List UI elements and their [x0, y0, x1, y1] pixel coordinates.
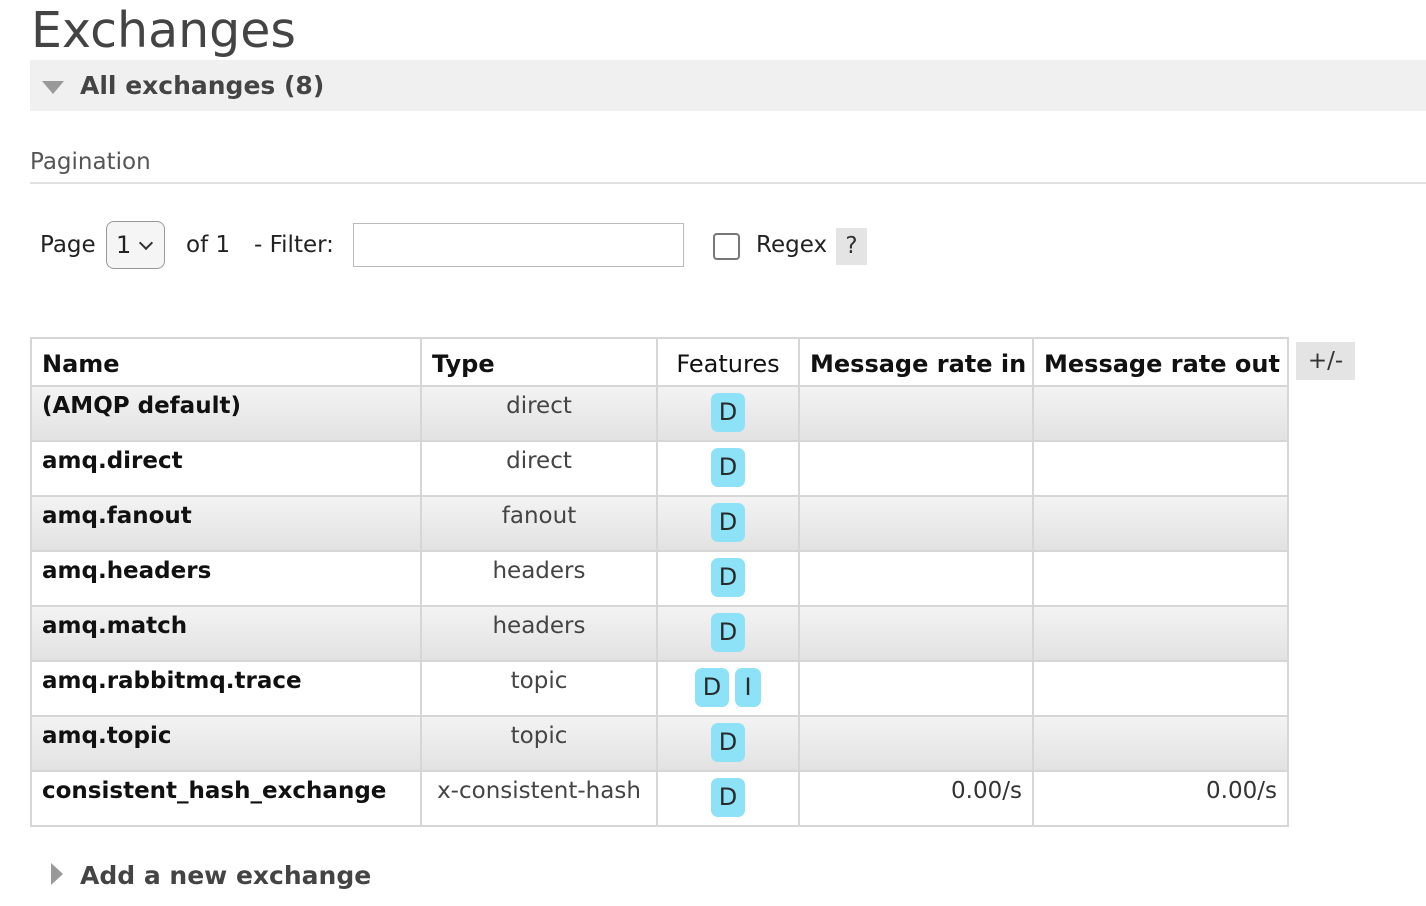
filter-label: - Filter:	[254, 232, 334, 258]
regex-checkbox[interactable]	[713, 233, 740, 260]
exchange-type: direct	[420, 385, 658, 442]
durable-feature-badge[interactable]: D	[711, 613, 745, 652]
exchange-type: x-consistent-hash	[420, 770, 658, 827]
durable-feature-badge[interactable]: D	[711, 393, 745, 432]
durable-feature-badge[interactable]: D	[711, 778, 745, 817]
message-rate-out	[1032, 715, 1289, 772]
exchange-features: D	[656, 605, 800, 662]
section-title: All exchanges (8)	[80, 71, 325, 100]
message-rate-in	[798, 660, 1034, 717]
regex-help-button[interactable]: ?	[836, 228, 867, 265]
column-header-name[interactable]: Name	[30, 337, 422, 387]
message-rate-out	[1032, 385, 1289, 442]
table-row: amq.direct direct D	[30, 440, 1289, 497]
message-rate-out	[1032, 495, 1289, 552]
exchange-name-link[interactable]: amq.fanout	[30, 495, 422, 552]
pagination-label: Pagination	[30, 149, 151, 175]
exchange-name-link[interactable]: (AMQP default)	[30, 385, 422, 442]
table-row: (AMQP default) direct D	[30, 385, 1289, 442]
table-row: amq.match headers D	[30, 605, 1289, 662]
table-row: amq.topic topic D	[30, 715, 1289, 772]
page-label: Page	[40, 232, 96, 258]
internal-feature-badge[interactable]: I	[735, 668, 761, 707]
message-rate-in	[798, 495, 1034, 552]
exchange-type: headers	[420, 605, 658, 662]
table-row: consistent_hash_exchange x-consistent-has…	[30, 770, 1289, 827]
exchange-features: D	[656, 495, 800, 552]
exchanges-table: Name Type Features Message rate in Messa…	[30, 337, 1289, 827]
exchange-name-link[interactable]: amq.rabbitmq.trace	[30, 660, 422, 717]
add-exchange-section-toggle[interactable]: Add a new exchange	[80, 861, 371, 890]
durable-feature-badge[interactable]: D	[711, 723, 745, 762]
column-header-features: Features	[656, 337, 800, 387]
exchange-type: topic	[420, 660, 658, 717]
exchange-name-link[interactable]: amq.headers	[30, 550, 422, 607]
collapse-triangle-icon	[42, 81, 64, 94]
exchange-name-link[interactable]: amq.direct	[30, 440, 422, 497]
message-rate-out: 0.00/s	[1032, 770, 1289, 827]
exchange-name-link[interactable]: consistent_hash_exchange	[30, 770, 422, 827]
message-rate-in: 0.00/s	[798, 770, 1034, 827]
table-row: amq.headers headers D	[30, 550, 1289, 607]
message-rate-out	[1032, 660, 1289, 717]
all-exchanges-section-header[interactable]: All exchanges (8)	[30, 60, 1426, 111]
column-header-rate-out[interactable]: Message rate out	[1032, 337, 1289, 387]
columns-toggle-button[interactable]: +/-	[1296, 342, 1355, 380]
message-rate-out	[1032, 550, 1289, 607]
page-count-label: of 1	[186, 232, 231, 258]
exchange-name-link[interactable]: amq.topic	[30, 715, 422, 772]
durable-feature-badge[interactable]: D	[695, 668, 729, 707]
table-row: amq.fanout fanout D	[30, 495, 1289, 552]
durable-feature-badge[interactable]: D	[711, 448, 745, 487]
filter-input[interactable]	[353, 223, 684, 267]
message-rate-out	[1032, 605, 1289, 662]
table-header-row: Name Type Features Message rate in Messa…	[30, 337, 1289, 387]
column-header-rate-in[interactable]: Message rate in	[798, 337, 1034, 387]
exchange-features: D	[656, 440, 800, 497]
exchange-features: D	[656, 715, 800, 772]
message-rate-out	[1032, 440, 1289, 497]
exchange-features: DI	[656, 660, 800, 717]
exchange-features: D	[656, 385, 800, 442]
durable-feature-badge[interactable]: D	[711, 558, 745, 597]
pagination-divider	[30, 182, 1426, 184]
regex-label: Regex	[756, 232, 828, 258]
message-rate-in	[798, 385, 1034, 442]
message-rate-in	[798, 715, 1034, 772]
table-row: amq.rabbitmq.trace topic D I	[30, 660, 1289, 717]
exchange-features: D	[656, 550, 800, 607]
page-select[interactable]: 1	[106, 221, 165, 269]
message-rate-in	[798, 440, 1034, 497]
exchange-features: D	[656, 770, 800, 827]
exchange-name-link[interactable]: amq.match	[30, 605, 422, 662]
chevron-down-icon	[138, 235, 154, 251]
message-rate-in	[798, 550, 1034, 607]
exchange-type: topic	[420, 715, 658, 772]
exchange-type: headers	[420, 550, 658, 607]
page-select-value: 1	[116, 231, 132, 259]
message-rate-in	[798, 605, 1034, 662]
exchange-type: direct	[420, 440, 658, 497]
exchange-type: fanout	[420, 495, 658, 552]
column-header-type[interactable]: Type	[420, 337, 658, 387]
durable-feature-badge[interactable]: D	[711, 503, 745, 542]
page-title: Exchanges	[31, 2, 296, 59]
expand-triangle-icon	[51, 863, 63, 885]
